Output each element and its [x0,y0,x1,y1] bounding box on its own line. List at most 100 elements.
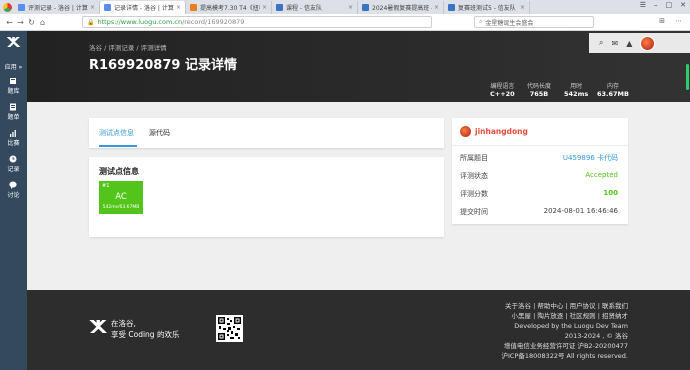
record-info-card: jinhangdong 所属题目 U459896 卡代码 评测状态 Accept… [452,118,628,224]
close-tab-icon[interactable]: × [520,4,525,11]
url-host: https://www.luogu.com.cn [97,18,183,26]
close-tab-icon[interactable]: × [348,4,353,11]
footer-license[interactable]: 增值电信业务经营许可证 沪B2-20200477 [502,341,628,351]
footer-links: 关于洛谷 | 帮助中心 | 用户协议 | 联系我们 小黑屋 | 陶片放逐 | 社… [502,301,629,361]
record-icon [9,155,17,163]
window-controls: ☰ – □ ✕ [640,1,686,9]
stat-memory: 内存 63.67MB [597,83,629,98]
browser-search-text: 金星糖诞生会盛会 [485,19,534,27]
username[interactable]: jinhangdong [475,127,528,136]
url-field[interactable]: 🔒 https://www.luogu.com.cn/record/169920… [82,16,432,28]
submitter[interactable]: jinhangdong [460,126,528,137]
browser-tab[interactable]: 课程 - 信友队 × [272,1,358,14]
maximize-icon[interactable]: □ [666,1,673,9]
mail-icon[interactable]: ✉ [611,39,618,48]
luogu-logo[interactable]: ⵅ [7,36,21,50]
close-tab-icon[interactable]: × [434,4,439,11]
info-row-status: 评测状态 Accepted [460,171,618,180]
forward-icon[interactable]: → [15,18,26,27]
browser-logo-icon[interactable] [0,0,14,14]
close-window-icon[interactable]: ✕ [680,1,686,9]
info-row-problem: 所属题目 U459896 卡代码 [460,153,618,163]
back-icon[interactable]: ← [4,18,15,27]
footer: ⵅ 在洛谷, 享受 Coding 的欢乐 关于洛谷 | 帮助中心 | 用户协议 … [27,290,690,370]
sidebar-item-problems[interactable]: 题库 [7,77,20,95]
favicon-icon [104,4,111,11]
scrollbar-thumb[interactable] [686,64,689,90]
test-points-card: 测试点信息 #1 AC 542ms/63.67MB [89,157,444,237]
footer-slogan: 在洛谷, 享受 Coding 的欢乐 [111,319,180,339]
browser-search-input[interactable]: ⌕ 金星糖诞生会盛会 [474,16,594,28]
avatar[interactable] [640,35,656,51]
breadcrumb[interactable]: 洛谷 / 评测记录 / 评测详情 [89,42,167,52]
active-tab-indicator [99,145,137,147]
browser-tab[interactable]: 复赛班测试5 - 信友队 × [444,1,530,14]
user-toolbar: ⌕ ✉ ▲ [589,33,690,53]
sidebar-item-discuss[interactable]: 讨论 [7,181,20,199]
favicon-icon [190,4,197,11]
browser-toolbar-icons: ⊞ ⋯ [659,17,682,25]
test-point-1[interactable]: #1 AC 542ms/63.67MB [99,181,143,214]
close-tab-icon[interactable]: × [90,4,95,11]
favicon-icon [276,4,283,11]
settings-icon[interactable]: ⋯ [675,17,682,25]
refresh-icon[interactable]: ↻ [26,18,37,27]
stat-code-length: 代码长度 765B [527,83,552,98]
extensions-icon[interactable]: ⊞ [659,17,665,25]
page-title: R169920879 记录详情 [89,58,237,73]
address-bar: ← → ↻ ⌂ 🔒 https://www.luogu.com.cn/recor… [0,14,690,31]
score-value: 100 [603,189,618,197]
test-point-status: AC [115,192,127,202]
info-row-submit-time: 提交时间 2024-08-01 16:46:46 [460,207,618,216]
favicon-icon [18,4,25,11]
browser-tab-title: 2024暑假复赛提高班 - 信友 [372,5,432,12]
minimize-icon[interactable]: – [654,1,658,9]
footer-links-row2[interactable]: 小黑屋 | 陶片放逐 | 社区规则 | 招贤纳才 [502,311,628,321]
close-tab-icon[interactable]: × [262,4,267,11]
footer-copyright: 2013-2024 , © 洛谷 [564,332,628,340]
test-point-meta: 542ms/63.67MB [102,205,140,210]
browser-tab[interactable]: 2024暑假复赛提高班 - 信友× [358,1,444,14]
browser-tab-title: 评测记录 - 洛谷 | 计算机科学教育 [28,5,88,12]
home-icon[interactable]: ⌂ [37,18,48,27]
book-icon [9,77,17,85]
sidebar-item-lists[interactable]: 题单 [7,103,20,121]
sidebar-item-records[interactable]: 记录 [7,155,20,173]
stat-language: 编程语言 C++20 [490,83,515,98]
tab-source-code[interactable]: 源代码 [149,128,170,138]
info-row-score: 评测分数 100 [460,189,618,198]
divider [452,145,628,146]
browser-tab[interactable]: 评测记录 - 洛谷 | 计算机科学教育× [14,1,100,14]
menu-icon[interactable]: ☰ [640,1,646,9]
footer-dev: Developed by the Luogu Dev Team [514,322,628,330]
browser-tab[interactable]: 记录详情 - 洛谷 | 计算机科学教育× [100,1,186,14]
stat-time: 用时 542ms [564,83,589,98]
avatar [460,126,471,137]
favicon-icon [448,4,455,11]
browser-tab-title: 课程 - 信友队 [286,5,322,12]
problem-link[interactable]: U459896 卡代码 [563,153,618,163]
sidebar-item-contests[interactable]: 比赛 [7,129,20,147]
footer-links-row1[interactable]: 关于洛谷 | 帮助中心 | 用户协议 | 联系我们 [502,301,628,311]
apps-toggle[interactable]: 应用 » [5,62,23,71]
lock-icon: 🔒 [87,18,95,26]
tab-bar: 测试点信息 源代码 [89,118,444,148]
browser-tab[interactable]: 提高模考7.30 T4《扭秋歌》× [186,1,272,14]
chart-icon [9,129,17,137]
tab-test-points[interactable]: 测试点信息 [99,128,134,138]
qr-code-icon [216,315,243,342]
favicon-icon [362,4,369,11]
url-path: /record/169920879 [182,18,245,26]
close-tab-icon[interactable]: × [176,4,181,11]
browser-tab-title: 提高模考7.30 T4《扭秋歌》 [200,5,260,12]
search-icon[interactable]: ⌕ [599,38,603,48]
footer-icp[interactable]: 沪ICP备18008322号 All rights reserved. [502,351,629,361]
sidebar: ⵅ 应用 » 题库 题单 比赛 记录 讨论 [0,31,27,370]
footer-logo: ⵅ [90,317,107,338]
submit-time-value: 2024-08-01 16:46:46 [543,207,618,215]
browser-tab-title: 复赛班测试5 - 信友队 [458,5,516,12]
list-icon [9,103,17,111]
chat-icon [9,181,18,189]
bell-icon[interactable]: ▲ [626,39,632,48]
page-header: 洛谷 / 评测记录 / 评测详情 R169920879 记录详情 ⌕ ✉ ▲ 编… [27,31,690,102]
